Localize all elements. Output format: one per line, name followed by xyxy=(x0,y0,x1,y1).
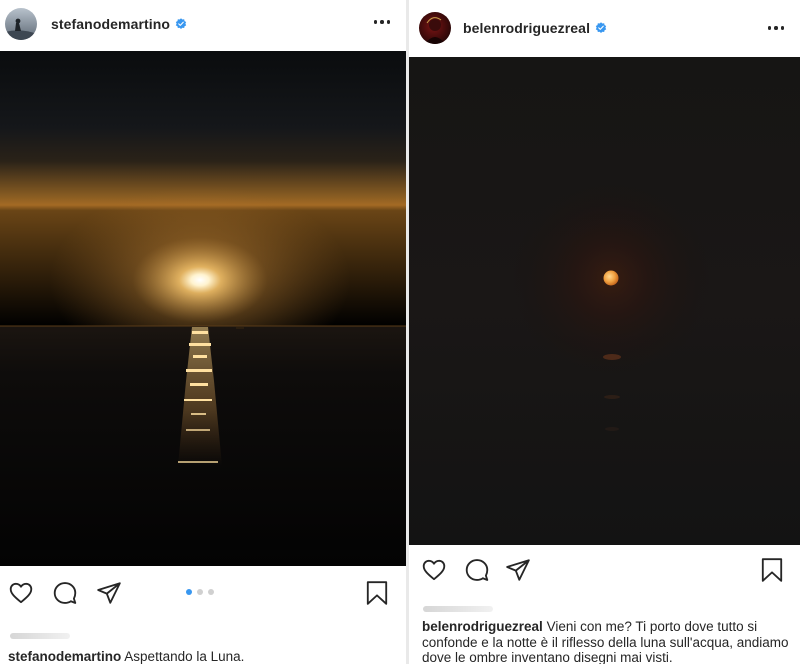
caption-username[interactable]: stefanodemartino xyxy=(8,649,121,664)
likes-row xyxy=(10,633,70,639)
post-header: belenrodriguezreal xyxy=(409,0,800,56)
heart-icon[interactable] xyxy=(6,578,36,608)
caption-text: Aspettando la Luna. xyxy=(124,649,245,664)
carousel-dot xyxy=(208,589,214,595)
post-caption: belenrodriguezreal Vieni con me? Ti port… xyxy=(422,619,794,664)
bookmark-icon[interactable] xyxy=(757,555,787,585)
verified-badge-icon xyxy=(175,18,187,30)
carousel-dot xyxy=(197,589,203,595)
carousel-indicator xyxy=(186,589,219,595)
caption-username[interactable]: belenrodriguezreal xyxy=(422,619,543,634)
post-photo[interactable] xyxy=(0,51,406,566)
action-bar xyxy=(0,578,406,614)
bookmark-icon[interactable] xyxy=(362,578,392,608)
likes-row xyxy=(423,606,493,612)
action-bar xyxy=(409,555,800,591)
heart-icon[interactable] xyxy=(419,555,449,585)
post-belenrodriguezreal: belenrodriguezreal belenrodriguezreal Vi… xyxy=(409,0,800,664)
more-horizontal-icon[interactable] xyxy=(764,18,788,38)
username[interactable]: stefanodemartino xyxy=(51,16,170,32)
paper-plane-icon[interactable] xyxy=(94,578,124,608)
carousel-dot-active xyxy=(186,589,192,595)
comment-bubble-icon[interactable] xyxy=(462,555,492,585)
post-photo[interactable] xyxy=(409,57,800,545)
comment-bubble-icon[interactable] xyxy=(50,578,80,608)
post-stefanodemartino: stefanodemartino stefanodemartino Aspett… xyxy=(0,0,406,664)
username[interactable]: belenrodriguezreal xyxy=(463,20,590,36)
verified-badge-icon xyxy=(595,22,607,34)
more-horizontal-icon[interactable] xyxy=(370,12,394,32)
paper-plane-icon[interactable] xyxy=(503,555,533,585)
avatar[interactable] xyxy=(5,8,37,40)
avatar[interactable] xyxy=(419,12,451,44)
post-caption: stefanodemartino Aspettando la Luna. xyxy=(8,649,400,664)
post-header: stefanodemartino xyxy=(0,0,406,48)
